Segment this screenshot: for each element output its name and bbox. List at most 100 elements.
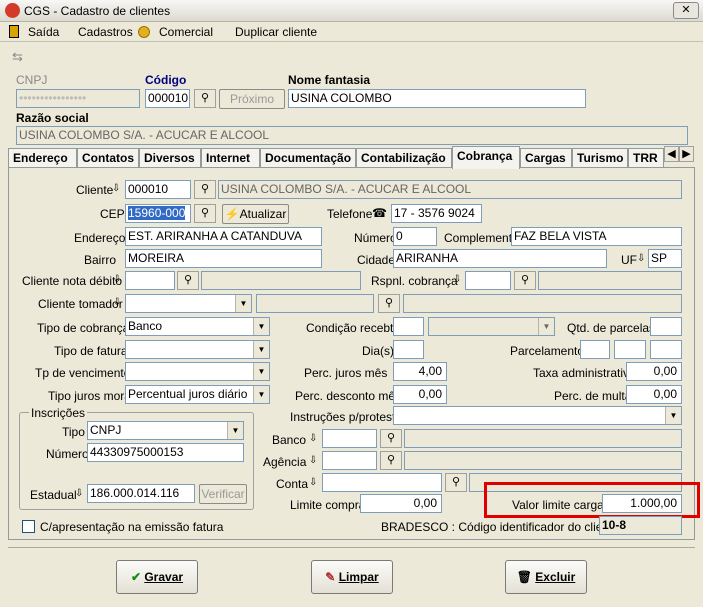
cliente-nota-arrow-icon: ⇩ bbox=[113, 274, 122, 285]
app-logo-icon bbox=[5, 3, 20, 18]
agencia-name-field[interactable] bbox=[404, 451, 682, 470]
cidade-field[interactable]: ARIRANHA bbox=[393, 249, 607, 268]
menu-duplicar[interactable]: Duplicar cliente bbox=[235, 25, 317, 39]
numero-insc-field[interactable]: 44330975000153 bbox=[87, 443, 244, 462]
cliente-nota-field[interactable] bbox=[125, 271, 175, 290]
search-agencia-button[interactable]: ⚲ bbox=[380, 451, 402, 470]
banco-field[interactable] bbox=[322, 429, 377, 448]
tipo-juros-select[interactable]: Percentual juros diário ▼ bbox=[125, 385, 270, 404]
tab-scroll-left-button[interactable]: ◀ bbox=[664, 146, 679, 162]
banco-name-field[interactable] bbox=[404, 429, 682, 448]
uf-field[interactable]: SP bbox=[648, 249, 682, 268]
search-conta-button[interactable]: ⚲ bbox=[445, 473, 467, 492]
search-banco-button[interactable]: ⚲ bbox=[380, 429, 402, 448]
phone-icon: ☎ bbox=[372, 206, 387, 220]
taxa-adm-label: Taxa administrativa bbox=[533, 366, 636, 380]
search-rspnl-button[interactable]: ⚲ bbox=[514, 271, 536, 290]
bradesco-field[interactable]: 10-8 bbox=[599, 516, 682, 535]
tab-diversos[interactable]: Diversos bbox=[139, 148, 201, 168]
cliente-code-field[interactable]: 000010 bbox=[125, 180, 191, 199]
search-cliente-nota-button[interactable]: ⚲ bbox=[177, 271, 199, 290]
tab-endereco[interactable]: Endereço bbox=[8, 148, 77, 168]
cliente-name-field[interactable]: USINA COLOMBO S/A. - ACUCAR E ALCOOL bbox=[218, 180, 682, 199]
tipo-select[interactable]: CNPJ ▼ bbox=[87, 421, 244, 440]
capresentacao-checkbox[interactable] bbox=[22, 520, 35, 533]
codigo-field[interactable]: 000010 bbox=[145, 89, 190, 108]
perc-juros-field[interactable]: 4,00 bbox=[393, 362, 447, 381]
bairro-field[interactable]: MOREIRA bbox=[125, 249, 322, 268]
estadual-field[interactable]: 186.000.014.116 bbox=[87, 484, 195, 503]
atualizar-button[interactable]: ⚡Atualizar bbox=[222, 204, 289, 224]
condicao-code-field[interactable] bbox=[393, 317, 424, 336]
proximo-label: Próximo bbox=[229, 92, 274, 106]
endereco-field[interactable]: EST. ARIRANHA A CATANDUVA bbox=[125, 227, 322, 246]
menu-comercial[interactable]: Comercial bbox=[159, 25, 213, 39]
numero-insc-label: Número bbox=[46, 447, 89, 461]
search-tomador-button[interactable]: ⚲ bbox=[378, 294, 400, 313]
condicao-select[interactable]: ▼ bbox=[428, 317, 555, 336]
estadual-arrow-icon: ⇩ bbox=[75, 488, 84, 499]
cliente-nota-name-field[interactable] bbox=[201, 271, 361, 290]
button-separator bbox=[8, 547, 695, 548]
parcelamento-field-3[interactable] bbox=[650, 340, 682, 359]
tipo-cobranca-select[interactable]: Banco ▼ bbox=[125, 317, 270, 336]
rspnl-cobranca-field[interactable] bbox=[465, 271, 511, 290]
dias-field[interactable] bbox=[393, 340, 424, 359]
valor-limite-field[interactable]: 1.000,00 bbox=[602, 494, 682, 513]
tipo-cobranca-value: Banco bbox=[128, 319, 163, 333]
cnpj-field[interactable]: •••••••••••••••• bbox=[16, 89, 140, 108]
tab-cargas[interactable]: Cargas bbox=[520, 148, 572, 168]
proximo-button[interactable]: Próximo bbox=[219, 89, 285, 109]
refresh-icon[interactable]: ⇆ bbox=[12, 49, 23, 65]
parcelamento-field-1[interactable] bbox=[580, 340, 610, 359]
parcelamento-field-2[interactable] bbox=[614, 340, 646, 359]
lightning-icon: ⚡ bbox=[224, 207, 240, 221]
complemento-field[interactable]: FAZ BELA VISTA bbox=[511, 227, 682, 246]
razao-social-label: Razão social bbox=[16, 111, 89, 125]
cliente-tomador-name-field[interactable] bbox=[403, 294, 682, 313]
tab-contatos[interactable]: Contatos bbox=[77, 148, 139, 168]
tab-documentacao[interactable]: Documentação bbox=[260, 148, 356, 168]
tp-vencimento-label: Tp de vencimento bbox=[35, 366, 131, 380]
razao-social-field[interactable]: USINA COLOMBO S/A. - ACUCAR E ALCOOL bbox=[16, 126, 688, 145]
tipo-fatura-select[interactable]: ▼ bbox=[125, 340, 270, 359]
search-cep-button[interactable]: ⚲ bbox=[194, 204, 216, 223]
chevron-down-icon: ▼ bbox=[253, 386, 269, 403]
gravar-label: Gravar bbox=[144, 570, 184, 584]
qtd-parcelas-field[interactable] bbox=[650, 317, 682, 336]
menu-cadastros[interactable]: Cadastros bbox=[78, 25, 133, 39]
search-codigo-button[interactable]: ⚲ bbox=[194, 89, 216, 108]
chevron-down-icon: ▼ bbox=[538, 318, 554, 335]
rspnl-arrow-icon: ⇩ bbox=[453, 274, 462, 285]
cliente-tomador-aux-field[interactable] bbox=[256, 294, 374, 313]
rspnl-name-field[interactable] bbox=[538, 271, 682, 290]
tab-turismo[interactable]: Turismo bbox=[572, 148, 628, 168]
excluir-button[interactable]: 🗑 Excluir bbox=[505, 560, 587, 594]
close-button[interactable]: ✕ bbox=[673, 2, 699, 19]
nome-fantasia-field[interactable]: USINA COLOMBO bbox=[288, 89, 586, 108]
tab-trr[interactable]: TRR bbox=[628, 148, 664, 168]
perc-multa-field[interactable]: 0,00 bbox=[626, 385, 682, 404]
search-cliente-button[interactable]: ⚲ bbox=[194, 180, 216, 199]
agencia-label: Agência bbox=[263, 455, 307, 469]
limpar-button[interactable]: ✎ Limpar bbox=[311, 560, 393, 594]
excluir-label: Excluir bbox=[535, 570, 576, 584]
tp-vencimento-select[interactable]: ▼ bbox=[125, 362, 270, 381]
agencia-field[interactable] bbox=[322, 451, 377, 470]
menu-saida[interactable]: Saída bbox=[28, 25, 59, 39]
cliente-tomador-select[interactable]: ▼ bbox=[125, 294, 252, 313]
tab-scroll-right-button[interactable]: ▶ bbox=[679, 146, 694, 162]
gravar-button[interactable]: ✔ Gravar bbox=[116, 560, 198, 594]
instrucoes-select[interactable]: ▼ bbox=[393, 406, 682, 425]
perc-desconto-field[interactable]: 0,00 bbox=[393, 385, 447, 404]
tab-cobranca[interactable]: Cobrança bbox=[452, 146, 520, 169]
telefone-field[interactable]: 17 - 3576 9024 bbox=[391, 204, 482, 223]
tab-contabilizacao[interactable]: Contabilização bbox=[356, 148, 452, 168]
numero-field[interactable]: 0 bbox=[393, 227, 437, 246]
cep-field[interactable]: 15960-000 bbox=[125, 204, 191, 223]
conta-field[interactable] bbox=[322, 473, 442, 492]
verificar-button[interactable]: Verificar bbox=[199, 484, 247, 504]
limite-compra-field[interactable]: 0,00 bbox=[360, 494, 442, 513]
taxa-adm-field[interactable]: 0,00 bbox=[626, 362, 682, 381]
tab-internet[interactable]: Internet bbox=[201, 148, 260, 168]
